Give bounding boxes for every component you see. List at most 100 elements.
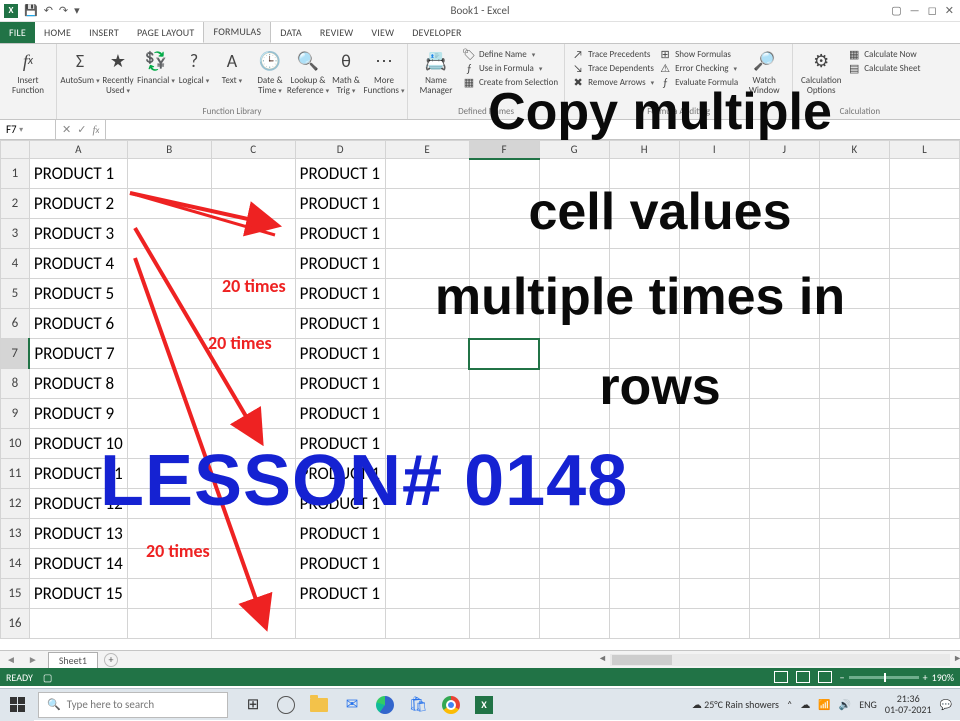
cell-E16[interactable] <box>385 609 469 639</box>
row-header-13[interactable]: 13 <box>1 519 30 549</box>
cell-D1[interactable]: PRODUCT 1 <box>295 159 385 189</box>
cell-B5[interactable] <box>127 279 211 309</box>
enter-formula-icon[interactable]: ✓ <box>77 123 86 136</box>
cell-F9[interactable] <box>469 399 539 429</box>
cell-E5[interactable] <box>385 279 469 309</box>
cell-I2[interactable] <box>679 189 749 219</box>
cell-G13[interactable] <box>539 519 609 549</box>
cell-J13[interactable] <box>749 519 819 549</box>
cell-I1[interactable] <box>679 159 749 189</box>
calculation-options-button[interactable]: ⚙ Calculation Options <box>799 46 843 96</box>
cell-C6[interactable] <box>211 309 295 339</box>
cell-J3[interactable] <box>749 219 819 249</box>
cell-B6[interactable] <box>127 309 211 339</box>
row-header-11[interactable]: 11 <box>1 459 30 489</box>
cell-L10[interactable] <box>889 429 959 459</box>
tray-notifications-icon[interactable]: 💬 <box>940 698 952 711</box>
spreadsheet-grid[interactable]: ABCDEFGHIJKL1PRODUCT 1PRODUCT 12PRODUCT … <box>0 140 960 650</box>
fnlib-math-button[interactable]: θMath & Trig <box>329 46 363 96</box>
cell-D14[interactable]: PRODUCT 1 <box>295 549 385 579</box>
cell-I10[interactable] <box>679 429 749 459</box>
cell-E12[interactable] <box>385 489 469 519</box>
cell-D10[interactable]: PRODUCT 1 <box>295 429 385 459</box>
cell-L12[interactable] <box>889 489 959 519</box>
trace-dependents-button[interactable]: ↘Trace Dependents <box>571 62 654 74</box>
row-header-2[interactable]: 2 <box>1 189 30 219</box>
cell-C2[interactable] <box>211 189 295 219</box>
cell-A14[interactable]: PRODUCT 14 <box>29 549 127 579</box>
calculate-now-button[interactable]: ▦Calculate Now <box>847 48 920 60</box>
cell-K2[interactable] <box>819 189 889 219</box>
cortana-icon[interactable] <box>271 690 301 720</box>
cell-B3[interactable] <box>127 219 211 249</box>
cell-E10[interactable] <box>385 429 469 459</box>
cell-H4[interactable] <box>609 249 679 279</box>
cell-G14[interactable] <box>539 549 609 579</box>
cell-E7[interactable] <box>385 339 469 369</box>
calculate-sheet-button[interactable]: ▤Calculate Sheet <box>847 62 920 74</box>
cell-B13[interactable] <box>127 519 211 549</box>
row-header-10[interactable]: 10 <box>1 429 30 459</box>
fnlib-financial-button[interactable]: 💱Financial <box>139 46 173 86</box>
tab-insert[interactable]: INSERT <box>80 22 128 43</box>
cell-B12[interactable] <box>127 489 211 519</box>
cell-A2[interactable]: PRODUCT 2 <box>29 189 127 219</box>
cell-J15[interactable] <box>749 579 819 609</box>
cell-F13[interactable] <box>469 519 539 549</box>
col-header-E[interactable]: E <box>385 141 469 159</box>
cell-L7[interactable] <box>889 339 959 369</box>
row-header-3[interactable]: 3 <box>1 219 30 249</box>
cell-I9[interactable] <box>679 399 749 429</box>
cell-I8[interactable] <box>679 369 749 399</box>
col-header-D[interactable]: D <box>295 141 385 159</box>
fnlib-lookup-button[interactable]: 🔍Lookup & Reference <box>291 46 325 96</box>
formula-input[interactable] <box>106 120 960 139</box>
cell-H15[interactable] <box>609 579 679 609</box>
cell-C15[interactable] <box>211 579 295 609</box>
cell-C5[interactable] <box>211 279 295 309</box>
col-header-G[interactable]: G <box>539 141 609 159</box>
cell-H6[interactable] <box>609 309 679 339</box>
zoom-slider[interactable] <box>849 676 919 679</box>
weather-widget[interactable]: ☁ 25°C Rain showers <box>692 698 779 711</box>
cell-A13[interactable]: PRODUCT 13 <box>29 519 127 549</box>
cell-C13[interactable] <box>211 519 295 549</box>
cell-C14[interactable] <box>211 549 295 579</box>
cell-C4[interactable] <box>211 249 295 279</box>
task-view-icon[interactable]: ⊞ <box>238 690 268 720</box>
cell-F8[interactable] <box>469 369 539 399</box>
row-header-9[interactable]: 9 <box>1 399 30 429</box>
create-from-selection-button[interactable]: ▦Create from Selection <box>462 76 558 88</box>
cell-L2[interactable] <box>889 189 959 219</box>
fnlib-autosum-button[interactable]: ΣAutoSum <box>63 46 97 86</box>
cell-G11[interactable] <box>539 459 609 489</box>
tab-formulas[interactable]: FORMULAS <box>203 20 271 43</box>
cell-H10[interactable] <box>609 429 679 459</box>
row-header-12[interactable]: 12 <box>1 489 30 519</box>
qat-undo-icon[interactable]: ↶ <box>44 4 53 17</box>
cell-B1[interactable] <box>127 159 211 189</box>
horizontal-scrollbar[interactable] <box>610 654 950 666</box>
cell-K6[interactable] <box>819 309 889 339</box>
col-header-K[interactable]: K <box>819 141 889 159</box>
cell-E3[interactable] <box>385 219 469 249</box>
cell-I11[interactable] <box>679 459 749 489</box>
cell-A4[interactable]: PRODUCT 4 <box>29 249 127 279</box>
row-header-1[interactable]: 1 <box>1 159 30 189</box>
tray-onedrive-icon[interactable]: ☁ <box>800 698 810 711</box>
col-header-I[interactable]: I <box>679 141 749 159</box>
cell-B15[interactable] <box>127 579 211 609</box>
cell-C9[interactable] <box>211 399 295 429</box>
cell-B10[interactable] <box>127 429 211 459</box>
cell-C8[interactable] <box>211 369 295 399</box>
taskbar-search[interactable]: 🔍 Type here to search <box>38 692 228 718</box>
cell-F10[interactable] <box>469 429 539 459</box>
cell-F1[interactable] <box>469 159 539 189</box>
cell-K14[interactable] <box>819 549 889 579</box>
cell-G4[interactable] <box>539 249 609 279</box>
minimize-icon[interactable]: — <box>910 4 920 17</box>
cell-A5[interactable]: PRODUCT 5 <box>29 279 127 309</box>
new-sheet-button[interactable]: + <box>104 653 118 667</box>
cell-H14[interactable] <box>609 549 679 579</box>
cell-F6[interactable] <box>469 309 539 339</box>
